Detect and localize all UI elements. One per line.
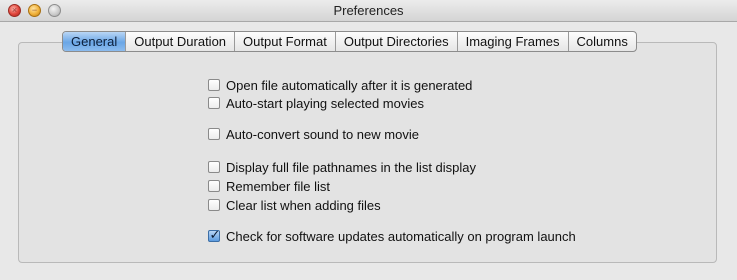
tab-general[interactable]: General	[63, 32, 127, 51]
option-label: Open file automatically after it is gene…	[226, 77, 473, 93]
check-software-updates-checkbox[interactable]: ✓	[208, 227, 221, 242]
option-auto-start-playing[interactable]: Auto-start playing selected movies	[208, 95, 424, 111]
option-auto-convert-sound[interactable]: Auto-convert sound to new movie	[208, 126, 419, 142]
tab-bar: General Output Duration Output Format Ou…	[62, 31, 637, 52]
auto-start-playing-checkbox[interactable]	[208, 97, 220, 109]
auto-convert-sound-checkbox[interactable]	[208, 128, 220, 140]
option-clear-list-when-adding[interactable]: Clear list when adding files	[208, 197, 381, 213]
window-title: Preferences	[333, 3, 404, 18]
tab-output-directories[interactable]: Output Directories	[336, 32, 458, 51]
option-remember-file-list[interactable]: Remember file list	[208, 178, 330, 194]
display-full-pathnames-checkbox[interactable]	[208, 161, 220, 173]
checkmark-icon: ✓	[209, 227, 221, 242]
tab-columns[interactable]: Columns	[569, 32, 636, 51]
option-display-full-pathnames[interactable]: Display full file pathnames in the list …	[208, 159, 476, 175]
title-bar[interactable]: × − Preferences	[0, 0, 737, 22]
tab-output-duration[interactable]: Output Duration	[126, 32, 236, 51]
tab-imaging-frames[interactable]: Imaging Frames	[458, 32, 569, 51]
option-label: Auto-convert sound to new movie	[226, 126, 419, 142]
option-label: Check for software updates automatically…	[226, 228, 576, 244]
remember-file-list-checkbox[interactable]	[208, 180, 220, 192]
open-file-automatically-checkbox[interactable]	[208, 79, 220, 91]
option-open-file-automatically[interactable]: Open file automatically after it is gene…	[208, 77, 472, 93]
option-check-software-updates[interactable]: ✓ Check for software updates automatical…	[208, 228, 576, 244]
option-label: Auto-start playing selected movies	[226, 95, 424, 111]
preferences-window: × − Preferences General Output Duration …	[0, 0, 737, 280]
option-label: Remember file list	[226, 178, 331, 194]
option-label: Display full file pathnames in the list …	[226, 159, 477, 175]
clear-list-when-adding-checkbox[interactable]	[208, 199, 220, 211]
option-label: Clear list when adding files	[226, 197, 381, 213]
tab-output-format[interactable]: Output Format	[235, 32, 336, 51]
